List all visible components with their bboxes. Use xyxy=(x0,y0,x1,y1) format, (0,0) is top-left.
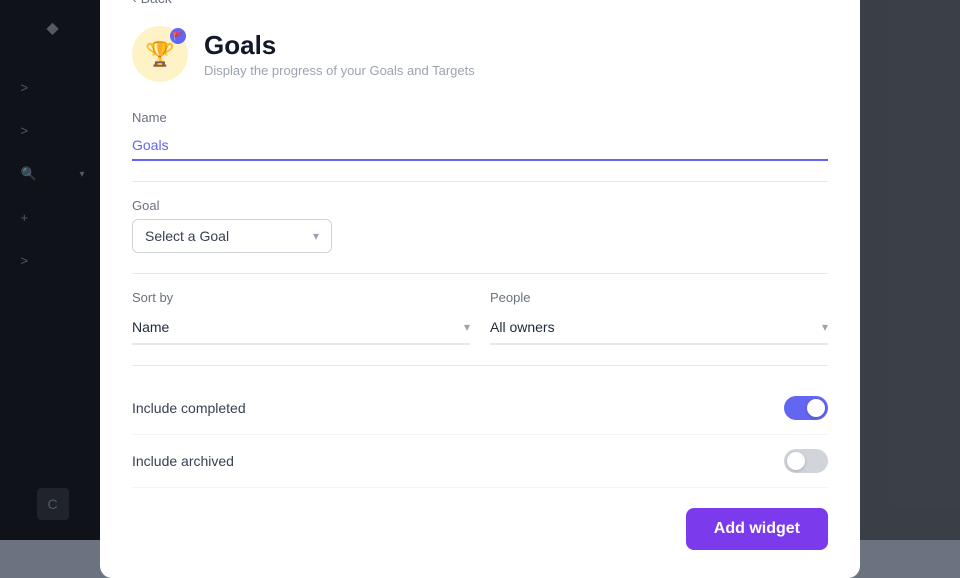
toggle-thumb-completed xyxy=(807,399,825,417)
modal-subtitle: Display the progress of your Goals and T… xyxy=(204,63,475,78)
modal-header: 🏆 🚩 Goals Display the progress of your G… xyxy=(132,26,828,82)
goal-label: Goal xyxy=(132,198,828,213)
include-completed-row: Include completed xyxy=(132,382,828,435)
include-archived-label: Include archived xyxy=(132,453,234,469)
sort-people-row: Sort by Name ▾ People All owners ▾ xyxy=(132,290,828,345)
name-field-group: Name xyxy=(132,110,828,161)
name-input[interactable] xyxy=(132,131,828,161)
people-select[interactable]: All owners ▾ xyxy=(490,311,828,345)
sort-value: Name xyxy=(132,319,169,335)
goal-select-value: Select a Goal xyxy=(145,228,229,244)
header-text: Goals Display the progress of your Goals… xyxy=(204,30,475,78)
goals-icon-circle: 🏆 🚩 xyxy=(132,26,188,82)
add-widget-button[interactable]: Add widget xyxy=(686,508,828,550)
close-icon: × xyxy=(821,0,832,3)
back-button[interactable]: ‹ Back xyxy=(132,0,172,6)
include-archived-row: Include archived xyxy=(132,435,828,488)
goal-field-group: Goal Select a Goal ▾ xyxy=(132,198,828,253)
chevron-left-icon: ‹ xyxy=(132,0,137,6)
trophy-icon: 🏆 xyxy=(145,40,175,69)
include-archived-toggle[interactable] xyxy=(784,449,828,473)
sort-chevron-down-icon: ▾ xyxy=(464,320,470,334)
divider-1 xyxy=(132,181,828,182)
toggle-thumb-archived xyxy=(787,452,805,470)
people-label: People xyxy=(490,290,828,305)
sort-select[interactable]: Name ▾ xyxy=(132,311,470,345)
goal-select[interactable]: Select a Goal ▾ xyxy=(132,219,332,253)
people-value: All owners xyxy=(490,319,555,335)
people-field: People All owners ▾ xyxy=(490,290,828,345)
include-completed-label: Include completed xyxy=(132,400,246,416)
back-label: Back xyxy=(141,0,172,6)
divider-2 xyxy=(132,273,828,274)
sort-label: Sort by xyxy=(132,290,470,305)
people-chevron-down-icon: ▾ xyxy=(822,320,828,334)
modal-footer: Add widget xyxy=(132,508,828,550)
divider-3 xyxy=(132,365,828,366)
name-label: Name xyxy=(132,110,828,125)
goal-chevron-down-icon: ▾ xyxy=(313,229,319,243)
modal-overlay: × ‹ Back 🏆 🚩 Goals Display the progress … xyxy=(0,0,960,540)
close-button[interactable]: × xyxy=(812,0,840,6)
form-section: Name Goal Select a Goal ▾ Sort by Name xyxy=(132,110,828,488)
include-completed-toggle[interactable] xyxy=(784,396,828,420)
flag-badge-icon: 🚩 xyxy=(170,28,186,44)
modal-title: Goals xyxy=(204,30,475,61)
modal-dialog: × ‹ Back 🏆 🚩 Goals Display the progress … xyxy=(100,0,860,578)
sort-field: Sort by Name ▾ xyxy=(132,290,470,345)
